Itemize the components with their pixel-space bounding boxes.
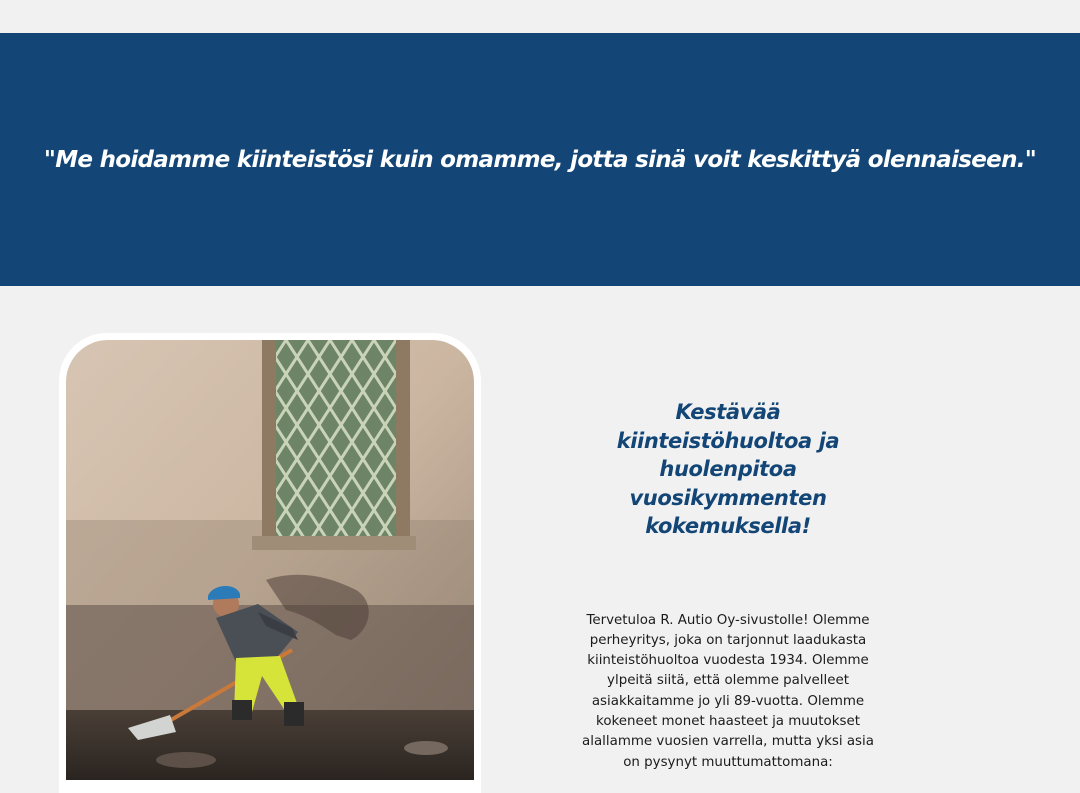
- about-intro-text: Tervetuloa R. Autio Oy-sivustolle! Olemm…: [582, 612, 874, 770]
- quote-banner: "Me hoidamme kiinteistösi kuin omamme, j…: [0, 33, 1080, 286]
- worker-photo: [66, 340, 474, 780]
- banner-quote: "Me hoidamme kiinteistösi kuin omamme, j…: [43, 146, 1037, 173]
- top-strip: [0, 0, 1080, 33]
- about-section: Kestävää kiinteistöhuoltoa ja huolenpito…: [560, 398, 896, 773]
- worker-shoveling-illustration: [66, 340, 474, 780]
- about-headline: Kestävää kiinteistöhuoltoa ja huolenpito…: [616, 400, 840, 538]
